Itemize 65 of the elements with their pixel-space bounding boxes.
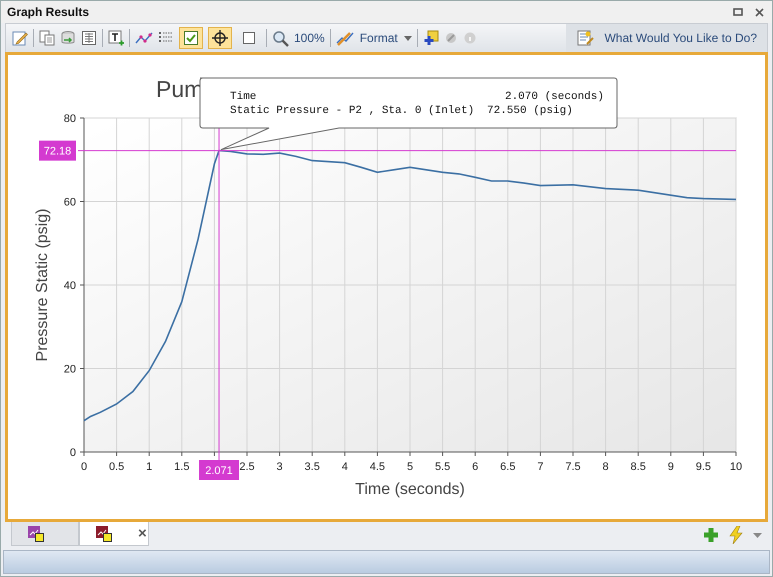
x-tick-label: 6 — [472, 461, 478, 473]
x-axis-title: Time (seconds) — [355, 481, 465, 498]
export-icon[interactable] — [60, 30, 76, 46]
x-tick-label: 8.5 — [630, 461, 646, 473]
x-tick-label: 5.5 — [434, 461, 450, 473]
y-tick-label: 40 — [64, 280, 76, 292]
x-tick-label: 3.5 — [304, 461, 320, 473]
x-value-label: 2.071 — [205, 465, 233, 477]
x-tick-label: 9.5 — [696, 461, 712, 473]
x-tick-label: 6.5 — [500, 461, 516, 473]
y-value-label: 72.18 — [44, 146, 72, 158]
series-icon[interactable] — [135, 30, 153, 46]
tooltip-value: 2.070 (seconds) — [504, 91, 604, 103]
crosshair-toggle[interactable] — [208, 27, 232, 49]
y-tick-label: 80 — [64, 113, 76, 125]
x-tick-label: 3 — [276, 461, 283, 473]
add-icon[interactable] — [422, 30, 439, 46]
zoom-level[interactable]: 100% — [294, 31, 325, 45]
close-tab-icon[interactable]: × — [138, 525, 147, 542]
lightning-icon[interactable] — [729, 526, 743, 544]
checkbox-toggle[interactable] — [179, 27, 203, 49]
graph-icon — [28, 526, 44, 542]
close-icon[interactable] — [755, 8, 764, 16]
x-value-marker — [199, 460, 240, 480]
x-tick-label: 7.5 — [565, 461, 581, 473]
help-search-button[interactable]: What Would You Like to Do? — [566, 24, 767, 52]
graph-icon — [96, 526, 112, 542]
x-tick-label: 8 — [602, 461, 609, 473]
window-title: Graph Results — [7, 5, 90, 19]
x-tick-label: 10 — [730, 461, 742, 473]
y-tick-label: 0 — [70, 447, 76, 459]
caret-icon[interactable] — [753, 532, 762, 538]
y-axis-title: Pressure Static (psig) — [34, 208, 51, 362]
y-value-marker — [39, 140, 76, 161]
format-icon — [336, 30, 354, 46]
edit-icon[interactable] — [12, 30, 28, 46]
x-tick-label: 0.5 — [108, 461, 124, 473]
crosshair-icon — [212, 30, 228, 46]
y-tick-label: 60 — [64, 196, 76, 208]
tooltip-label: Time — [230, 91, 256, 103]
square-icon — [242, 31, 256, 45]
x-tick-label: 1.5 — [174, 461, 190, 473]
tooltip-label: Static Pressure - P2 , Sta. 0 (Inlet) — [230, 105, 474, 117]
caret-icon — [404, 36, 412, 40]
x-tick-label: 4.5 — [370, 461, 386, 473]
x-tick-label: 9 — [668, 461, 674, 473]
format-menu[interactable]: Format — [336, 30, 412, 46]
x-tick-label: 2.5 — [239, 461, 255, 473]
table-icon[interactable] — [81, 30, 97, 46]
add-icon[interactable] — [703, 527, 719, 543]
add-text-icon[interactable] — [108, 30, 124, 46]
graph-tab[interactable]: × — [79, 522, 149, 546]
wizard-icon — [576, 29, 594, 47]
checkbox-icon — [183, 30, 199, 46]
x-tick-label: 5 — [406, 461, 414, 473]
x-tick-label: 1 — [146, 461, 152, 473]
copy-icon[interactable] — [39, 30, 55, 46]
x-tick-label: 4 — [342, 461, 348, 473]
x-tick-label: 0 — [80, 461, 88, 473]
zoom-icon[interactable] — [272, 30, 289, 46]
y-tick-label: 20 — [64, 364, 76, 376]
tooltip-value: 72.550 (psig) — [487, 105, 573, 117]
graph-tab[interactable] — [11, 522, 79, 546]
restore-icon[interactable] — [733, 8, 743, 16]
x-tick-label: 7 — [537, 461, 544, 473]
